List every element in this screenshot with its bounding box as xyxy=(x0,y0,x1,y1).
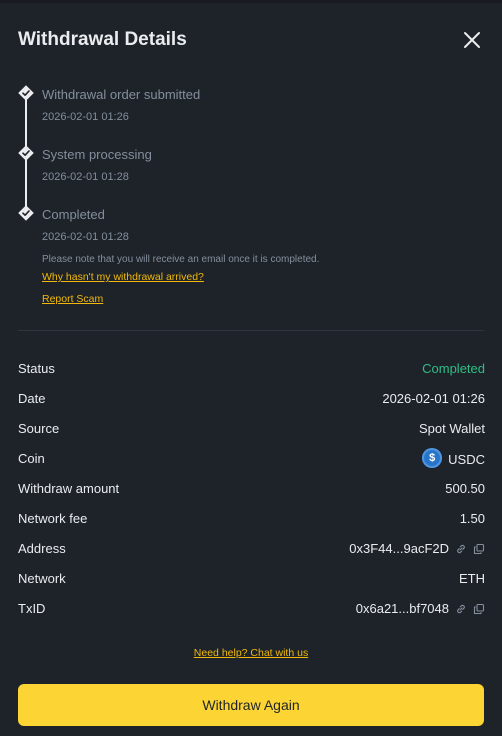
help-footer: Need help? Chat with us xyxy=(0,646,502,660)
coin-symbol: USDC xyxy=(448,451,485,467)
source-value: Spot Wallet xyxy=(419,421,485,436)
step-label-completed: Completed xyxy=(42,207,105,222)
step-time-submitted: 2026-02-01 01:26 xyxy=(42,111,129,123)
top-edge xyxy=(0,0,502,3)
txid-value: 0x6a21...bf7048 xyxy=(356,601,485,617)
detail-row-status: Status Completed xyxy=(18,358,485,388)
source-label: Source xyxy=(18,421,60,436)
amount-label: Withdraw amount xyxy=(18,481,120,496)
section-divider xyxy=(18,330,484,331)
close-button[interactable] xyxy=(458,26,486,54)
step-time-completed: 2026-02-01 01:28 xyxy=(42,231,129,243)
step-label-processing: System processing xyxy=(42,147,152,162)
address-text: 0x3F44...9acF2D xyxy=(349,541,449,556)
copy-icon[interactable] xyxy=(473,603,485,615)
detail-row-network: Network ETH xyxy=(18,568,485,598)
check-diamond-icon xyxy=(17,144,35,162)
date-label: Date xyxy=(18,391,46,406)
fee-value: 1.50 xyxy=(459,511,485,526)
completion-note: Please note that you will receive an ema… xyxy=(42,254,320,265)
detail-row-fee: Network fee 1.50 xyxy=(18,508,485,538)
address-value: 0x3F44...9acF2D xyxy=(349,541,485,557)
network-label: Network xyxy=(18,571,66,586)
detail-row-amount: Withdraw amount 500.50 xyxy=(18,478,485,508)
help-chat-link[interactable]: Need help? Chat with us xyxy=(194,647,308,659)
network-value: ETH xyxy=(459,571,485,586)
address-label: Address xyxy=(18,541,66,556)
step-time-processing: 2026-02-01 01:28 xyxy=(42,171,129,183)
detail-row-coin: Coin $ USDC xyxy=(18,448,485,478)
link-icon[interactable] xyxy=(455,543,467,555)
amount-value: 500.50 xyxy=(445,481,485,496)
txid-text: 0x6a21...bf7048 xyxy=(355,601,449,616)
detail-row-txid: TxID 0x6a21...bf7048 xyxy=(18,598,485,628)
why-not-arrived-link[interactable]: Why hasn't my withdrawal arrived? xyxy=(42,270,204,284)
txid-label: TxID xyxy=(18,601,46,616)
detail-row-date: Date 2026-02-01 01:26 xyxy=(18,388,485,418)
status-label: Status xyxy=(18,361,55,376)
detail-row-address: Address 0x3F44...9acF2D xyxy=(18,538,485,568)
report-scam-link[interactable]: Report Scam xyxy=(42,292,103,306)
check-diamond-icon xyxy=(17,84,35,102)
coin-value: $ USDC xyxy=(422,448,485,468)
date-value: 2026-02-01 01:26 xyxy=(382,391,485,406)
status-value: Completed xyxy=(422,361,485,376)
details-list: Status Completed Date 2026-02-01 01:26 S… xyxy=(18,358,485,628)
check-diamond-icon xyxy=(17,204,35,222)
step-label-submitted: Withdrawal order submitted xyxy=(42,87,201,102)
withdraw-again-button[interactable]: Withdraw Again xyxy=(18,684,484,726)
coin-label: Coin xyxy=(18,451,45,466)
usdc-icon: $ xyxy=(422,448,443,468)
dialog-title: Withdrawal Details xyxy=(18,29,187,50)
copy-icon[interactable] xyxy=(473,543,485,555)
withdrawal-timeline: Withdrawal order submitted 2026-02-01 01… xyxy=(0,80,502,320)
dialog-header: Withdrawal Details xyxy=(18,26,486,54)
link-icon[interactable] xyxy=(455,603,467,615)
fee-label: Network fee xyxy=(18,511,88,526)
close-icon xyxy=(464,32,480,48)
detail-row-source: Source Spot Wallet xyxy=(18,418,485,448)
